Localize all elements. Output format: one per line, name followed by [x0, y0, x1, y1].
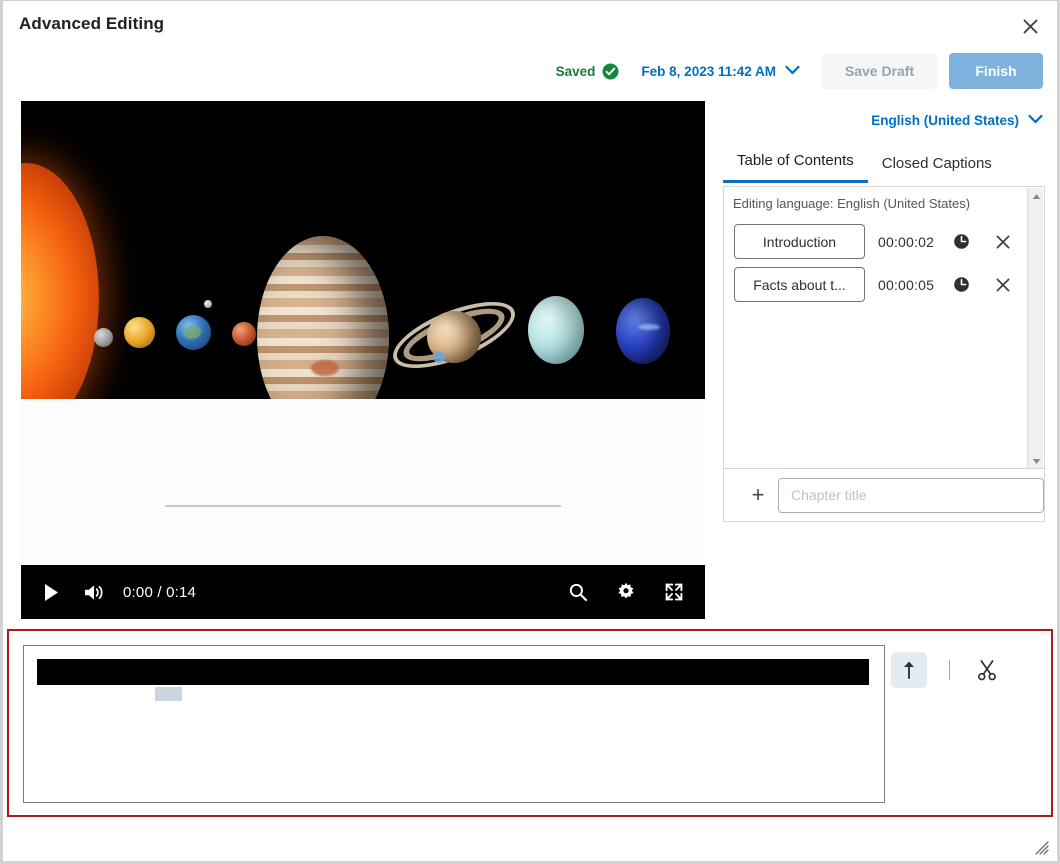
search-icon[interactable]: [561, 575, 595, 609]
action-bar: Saved Feb 8, 2023 11:42 AM Save Draft Fi…: [556, 49, 1043, 93]
play-icon[interactable]: [33, 574, 69, 610]
chapter-title-button[interactable]: Introduction: [734, 224, 865, 259]
language-selector[interactable]: English (United States): [871, 111, 1043, 129]
timeline-track-area[interactable]: [23, 645, 885, 803]
scrollbar[interactable]: [1027, 188, 1044, 468]
page-title: Advanced Editing: [19, 14, 165, 33]
list-item: Facts about t... 00:00:05: [724, 263, 1024, 306]
saved-label: Saved: [555, 63, 596, 79]
fullscreen-icon[interactable]: [657, 575, 691, 609]
clock-icon[interactable]: [950, 274, 972, 296]
divider-icon: [949, 660, 950, 680]
close-icon[interactable]: [992, 231, 1014, 253]
uranus-graphic: [528, 296, 584, 364]
chapter-timestamp: 00:00:05: [878, 276, 935, 293]
editing-side-panel: English (United States) Table of Content…: [717, 101, 1047, 619]
save-draft-button[interactable]: Save Draft: [822, 53, 937, 89]
clock-icon[interactable]: [950, 231, 972, 253]
plus-icon[interactable]: +: [741, 484, 775, 506]
version-date-dropdown[interactable]: Feb 8, 2023 11:42 AM: [641, 62, 800, 80]
list-item: Introduction 00:00:02: [724, 220, 1024, 263]
panel-tabs: Table of Contents Closed Captions: [723, 146, 1006, 183]
close-icon[interactable]: [992, 274, 1014, 296]
up-arrow-icon[interactable]: [891, 652, 927, 688]
scroll-down-arrow-icon[interactable]: [1028, 453, 1044, 468]
language-label: English (United States): [871, 112, 1019, 128]
venus-graphic: [124, 317, 155, 348]
advanced-editing-dialog: Advanced Editing Saved Feb 8, 2023 11:42…: [0, 0, 1060, 864]
tab-table-of-contents[interactable]: Table of Contents: [723, 146, 868, 183]
chapter-list: Introduction 00:00:02 Facts about t... 0…: [724, 220, 1024, 306]
gear-icon[interactable]: [609, 575, 643, 609]
chapter-title-button[interactable]: Facts about t...: [734, 267, 865, 302]
chapter-timestamp: 00:00:02: [878, 233, 935, 250]
player-controls: 0:00 / 0:14: [21, 565, 705, 619]
saturn-graphic: [384, 273, 524, 393]
scissors-icon[interactable]: [972, 655, 1002, 685]
timeline-editor-highlight: [7, 629, 1053, 817]
mars-graphic: [232, 322, 256, 346]
chevron-down-icon: [1028, 111, 1043, 129]
scroll-up-arrow-icon[interactable]: [1028, 188, 1044, 204]
check-circle-icon: [602, 63, 619, 80]
editing-language-note: Editing language: English (United States…: [733, 196, 971, 211]
add-chapter-row: +: [723, 469, 1045, 522]
resize-grip-icon[interactable]: [1033, 839, 1051, 857]
status-badge: Saved: [556, 63, 620, 80]
audio-waveform[interactable]: [37, 659, 869, 685]
chevron-down-icon: [785, 62, 800, 80]
table-of-contents-box: Editing language: English (United States…: [723, 186, 1045, 469]
timeline-marker[interactable]: [155, 687, 182, 701]
close-icon[interactable]: [1017, 13, 1043, 39]
finish-button[interactable]: Finish: [949, 53, 1043, 89]
video-player[interactable]: 0:00 / 0:14: [21, 101, 705, 619]
volume-icon[interactable]: [77, 575, 111, 609]
dialog-title-bar: Advanced Editing: [3, 1, 1057, 49]
progress-line[interactable]: [165, 505, 561, 507]
time-display: 0:00 / 0:14: [123, 583, 197, 601]
earth-graphic: [176, 315, 211, 350]
chapter-title-input[interactable]: [778, 477, 1044, 513]
tab-closed-captions[interactable]: Closed Captions: [868, 149, 1006, 183]
mercury-graphic: [94, 328, 113, 347]
version-date-label: Feb 8, 2023 11:42 AM: [641, 63, 776, 79]
moon-graphic: [204, 300, 212, 308]
video-canvas[interactable]: [21, 101, 705, 399]
timeline-toolbar: [891, 645, 1041, 695]
neptune-graphic: [616, 298, 670, 364]
